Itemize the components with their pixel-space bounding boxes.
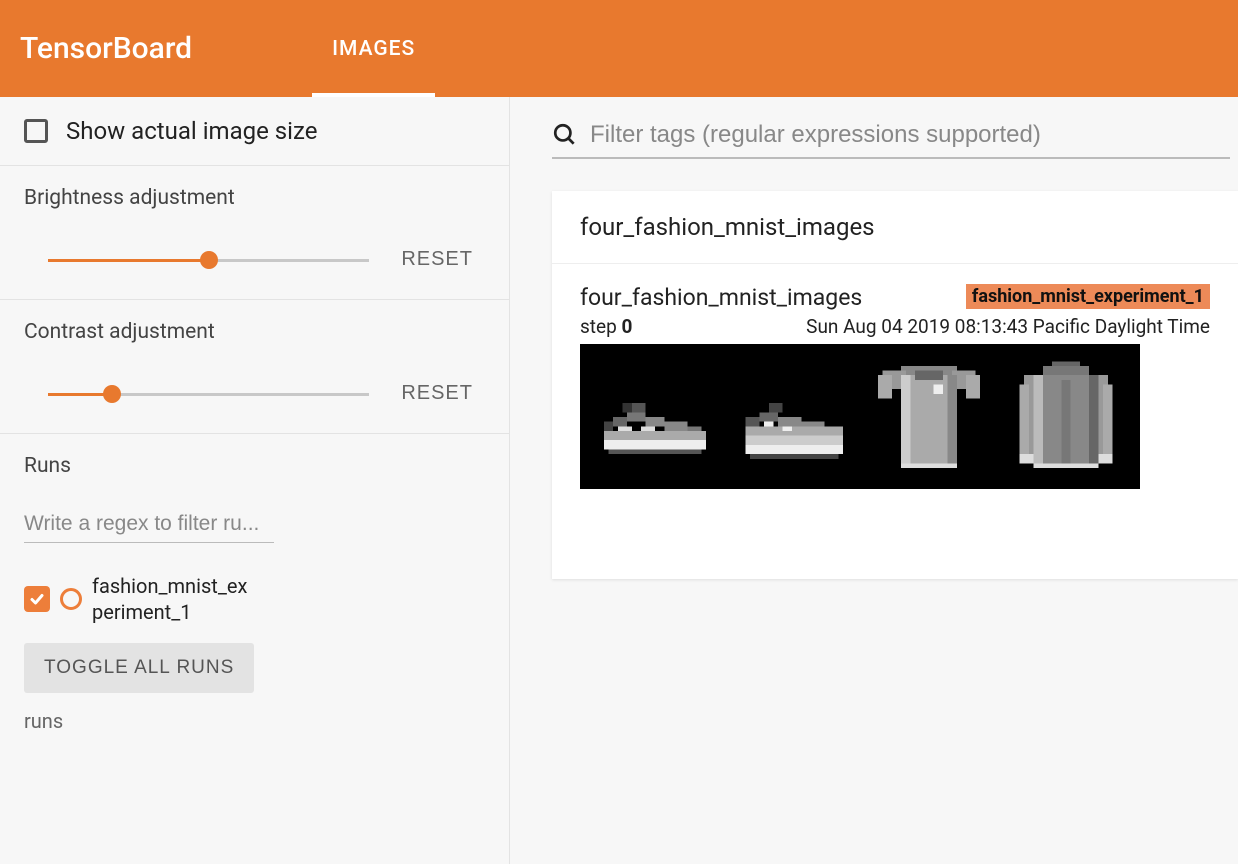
card-body: four_fashion_mnist_images fashion_mnist_…	[552, 264, 1238, 509]
experiment-badge: fashion_mnist_experiment_1	[966, 284, 1210, 309]
toggle-all-runs-button[interactable]: TOGGLE ALL RUNS	[24, 643, 254, 693]
tag-card: four_fashion_mnist_images four_fashion_m…	[552, 191, 1238, 579]
slider-thumb[interactable]	[103, 385, 121, 403]
slider-thumb[interactable]	[200, 251, 218, 269]
search-icon	[552, 122, 578, 148]
app-title: TensorBoard	[20, 31, 192, 66]
card-header[interactable]: four_fashion_mnist_images	[552, 191, 1238, 264]
image-meta: step 0 Sun Aug 04 2019 08:13:43 Pacific …	[580, 315, 1210, 338]
section-show-actual: Show actual image size	[0, 97, 509, 166]
timestamp: Sun Aug 04 2019 08:13:43 Pacific Dayligh…	[806, 315, 1210, 338]
show-actual-label: Show actual image size	[66, 117, 317, 145]
contrast-label: Contrast adjustment	[24, 320, 485, 344]
mnist-thumb-sneaker-icon	[590, 352, 720, 482]
body: Show actual image size Brightness adjust…	[0, 97, 1238, 864]
filter-tags-input[interactable]	[590, 121, 1230, 149]
runs-title: Runs	[24, 454, 485, 478]
filter-tags-row	[552, 121, 1230, 159]
run-row[interactable]: fashion_mnist_experiment_1	[24, 573, 485, 625]
contrast-slider[interactable]	[48, 384, 369, 404]
brightness-slider-row: RESET	[24, 240, 485, 279]
step-text: step	[580, 315, 617, 338]
step-value: 0	[622, 315, 633, 338]
run-label: fashion_mnist_experiment_1	[92, 573, 257, 625]
section-runs: Runs fashion_mnist_experiment_1 TOGGLE A…	[0, 434, 509, 753]
step-label: step 0	[580, 315, 632, 338]
app-header: TensorBoard IMAGES	[0, 0, 1238, 97]
sidebar: Show actual image size Brightness adjust…	[0, 97, 510, 864]
runs-footer: runs	[24, 709, 485, 733]
checkbox-icon[interactable]	[24, 119, 48, 143]
runs-filter-input[interactable]	[24, 506, 274, 543]
image-header-top: four_fashion_mnist_images fashion_mnist_…	[580, 284, 1210, 311]
run-checkbox-checked-icon[interactable]	[24, 586, 50, 612]
image-preview[interactable]	[580, 344, 1140, 489]
mnist-thumb-sneaker-icon	[727, 352, 857, 482]
brightness-reset-button[interactable]: RESET	[389, 240, 485, 279]
brightness-slider[interactable]	[48, 250, 369, 270]
tab-images[interactable]: IMAGES	[312, 0, 435, 97]
contrast-reset-button[interactable]: RESET	[389, 374, 485, 413]
section-brightness: Brightness adjustment RESET	[0, 166, 509, 300]
run-color-swatch-icon[interactable]	[60, 588, 82, 610]
main: four_fashion_mnist_images four_fashion_m…	[510, 97, 1238, 864]
mnist-thumb-tshirt-icon	[864, 352, 994, 482]
contrast-slider-row: RESET	[24, 374, 485, 413]
image-title: four_fashion_mnist_images	[580, 284, 862, 311]
brightness-label: Brightness adjustment	[24, 186, 485, 210]
slider-fill	[48, 259, 209, 262]
section-contrast: Contrast adjustment RESET	[0, 300, 509, 434]
show-actual-checkbox-row[interactable]: Show actual image size	[24, 117, 485, 145]
mnist-thumb-pullover-icon	[1001, 352, 1131, 482]
